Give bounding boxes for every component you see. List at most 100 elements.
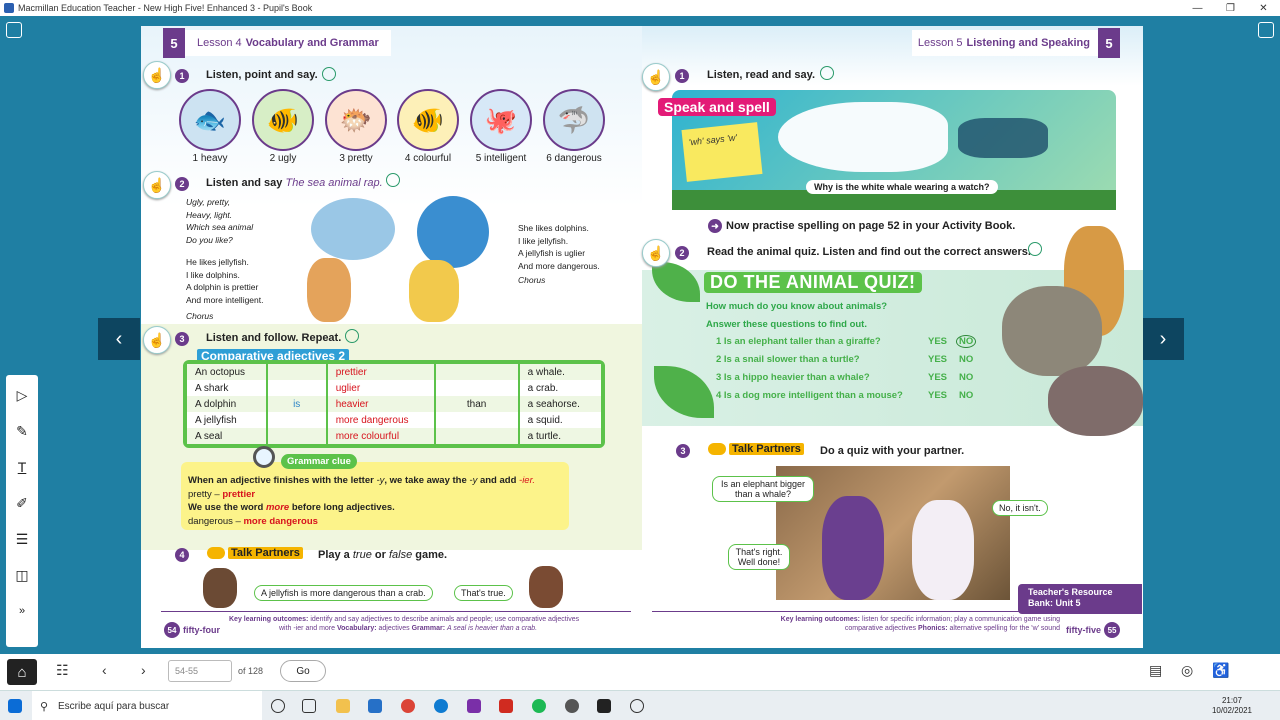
lesson-header: Lesson 5 Listening and Speaking 5	[912, 28, 1120, 58]
boy-image	[409, 260, 459, 322]
maximize-button[interactable]: ❐	[1214, 0, 1247, 16]
quiz-yes[interactable]: YES	[928, 372, 947, 383]
touch-icon[interactable]: ☝	[143, 326, 171, 354]
lesson-title: Listening and Speaking	[966, 37, 1090, 49]
store-icon[interactable]	[368, 699, 382, 713]
audio-cd-icon[interactable]	[386, 173, 400, 187]
eraser-icon[interactable]: ✎	[10, 419, 34, 443]
animal-label: 1 heavy	[192, 153, 228, 164]
girl-image	[529, 566, 563, 608]
table-of-contents-icon[interactable]: ☷	[56, 662, 69, 679]
phonics-sentence: Why is the white whale wearing a watch?	[806, 180, 998, 194]
edge-icon[interactable]	[434, 699, 448, 713]
animal-label: 6 dangerous	[546, 153, 602, 164]
animal-image[interactable]: 🐟	[179, 89, 241, 151]
quiz-no[interactable]: NO	[959, 390, 973, 401]
windows-taskbar: ⚲ Escribe aquí para buscar 21:07 10/02/2…	[0, 690, 1280, 720]
clock-app-icon[interactable]	[630, 699, 644, 713]
macmillan-app-icon[interactable]	[597, 699, 611, 713]
sidebar-toggle-icon[interactable]	[6, 22, 22, 38]
layout-icon[interactable]: ◫	[10, 563, 34, 587]
page-left: 5 Lesson 4 Vocabulary and Grammar ☝ 1 Li…	[141, 26, 642, 648]
touch-icon[interactable]: ☝	[642, 239, 670, 267]
hippo-image	[1048, 366, 1143, 436]
quiz-yes[interactable]: YES	[928, 336, 947, 347]
table-row: An octopus prettier a whale.	[187, 364, 601, 380]
next-page-icon[interactable]: ›	[141, 662, 146, 678]
quiz-title: DO THE ANIMAL QUIZ!	[704, 272, 922, 293]
audio-cd-icon[interactable]	[322, 67, 336, 81]
go-button[interactable]: Go	[280, 660, 326, 682]
page-number: fifty-five 55	[1066, 622, 1123, 638]
accessibility-icon[interactable]: ♿	[1212, 662, 1229, 679]
exercise-instruction: Do a quiz with your partner.	[820, 445, 965, 457]
touch-icon[interactable]: ☝	[143, 171, 171, 199]
page-count: of 128	[238, 666, 264, 676]
exercise-instruction: Listen and say The sea animal rap.	[206, 177, 383, 189]
text-icon[interactable]: T	[10, 455, 34, 479]
quiz-no[interactable]: NO	[959, 354, 973, 365]
audio-cd-icon[interactable]	[820, 66, 834, 80]
lesson-header: 5 Lesson 4 Vocabulary and Grammar	[163, 28, 391, 58]
animal-image[interactable]: 🐡	[325, 89, 387, 151]
expand-icon[interactable]: »	[10, 599, 34, 623]
touch-icon[interactable]: ☝	[143, 61, 171, 89]
file-explorer-icon[interactable]	[336, 699, 350, 713]
girl-image	[307, 258, 351, 322]
dolphin-image	[311, 198, 395, 260]
jellyfish-image	[417, 196, 489, 268]
pointer-icon[interactable]: ▷	[10, 383, 34, 407]
animal-image[interactable]: 🦈	[543, 89, 605, 151]
speech-bubble: No, it isn't.	[992, 500, 1048, 516]
audio-cd-icon[interactable]	[345, 329, 359, 343]
search-icon: ⚲	[40, 700, 49, 713]
elephant-image	[1002, 286, 1102, 376]
speech-bubble: Is an elephant bigger than a whale?	[712, 476, 814, 502]
pdf-icon[interactable]	[499, 699, 513, 713]
windows-start-icon[interactable]	[8, 699, 22, 713]
minimize-button[interactable]: —	[1181, 0, 1214, 16]
speech-bubble: That's true.	[454, 585, 513, 601]
task-view-icon[interactable]	[302, 699, 316, 713]
shark-icon: 🦈	[557, 104, 591, 135]
quiz-yes[interactable]: YES	[928, 390, 947, 401]
exercise-instruction: Play a true or false game.	[318, 549, 448, 561]
settings-icon[interactable]	[565, 699, 579, 713]
taskbar-search-input[interactable]: ⚲ Escribe aquí para buscar	[32, 691, 262, 720]
export-icon[interactable]	[1258, 22, 1274, 38]
prev-page-button[interactable]: ‹	[98, 318, 140, 360]
pen-icon[interactable]: ✐	[10, 491, 34, 515]
chrome-icon[interactable]	[401, 699, 415, 713]
exercise-number: 2	[675, 246, 689, 260]
notes-list-icon[interactable]: ▤	[1149, 662, 1162, 679]
page-number: 54 fifty-four	[161, 622, 220, 638]
next-page-button[interactable]: ›	[1142, 318, 1184, 360]
rap-verse-2: He likes jellyfish. I like dolphins. A d…	[186, 257, 264, 321]
page-number-input[interactable]	[168, 660, 232, 682]
prev-page-icon[interactable]: ‹	[102, 662, 107, 678]
spotify-icon[interactable]	[532, 699, 546, 713]
touch-icon[interactable]: ☝	[642, 63, 670, 91]
close-button[interactable]: ✕	[1247, 0, 1280, 16]
notes-icon[interactable]: ☰	[10, 527, 34, 551]
window-title: Macmillan Education Teacher - New High F…	[18, 3, 313, 13]
web-resources-icon[interactable]: ◎	[1181, 662, 1193, 679]
table-row: A dolphin is heavier than a seahorse.	[187, 396, 601, 412]
teacher-resource-bank-button[interactable]: Teacher's Resource Bank: Unit 5	[1018, 584, 1142, 614]
home-icon[interactable]: ⌂	[7, 659, 37, 685]
quiz-no[interactable]: NO	[959, 372, 973, 383]
exercise-number: 3	[175, 332, 189, 346]
animal-image[interactable]: 🐠	[252, 89, 314, 151]
animal-image[interactable]: 🐠	[397, 89, 459, 151]
animal-label: 3 pretty	[339, 153, 373, 164]
quiz-question: 3 Is a hippo heavier than a whale?	[716, 372, 870, 383]
quiz-yes[interactable]: YES	[928, 354, 947, 365]
table-row: A jellyfish more dangerous a squid.	[187, 412, 601, 428]
cortana-icon[interactable]	[271, 699, 285, 713]
window-titlebar: Macmillan Education Teacher - New High F…	[0, 0, 1280, 16]
app-icon[interactable]	[467, 699, 481, 713]
octopus-icon: 🐙	[484, 104, 518, 135]
animal-image[interactable]: 🐙	[470, 89, 532, 151]
learning-outcomes: Key learning outcomes: identify and say …	[229, 616, 580, 632]
animal-label: 5 intelligent	[475, 153, 527, 164]
